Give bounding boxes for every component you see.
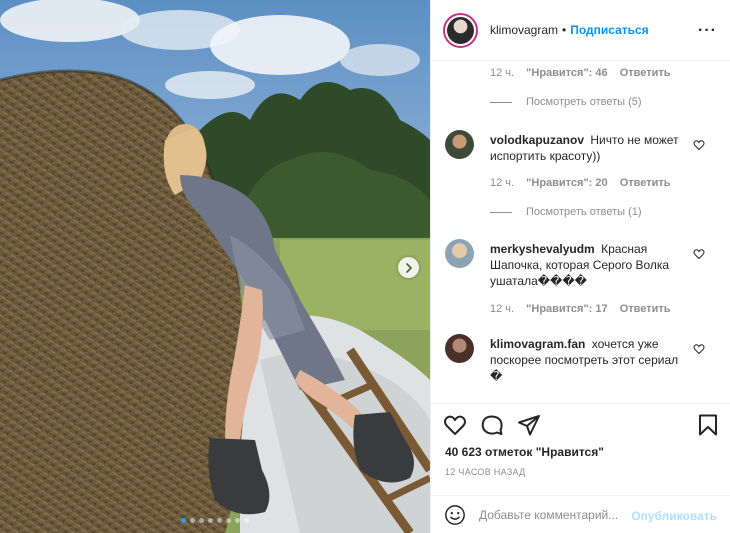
like-comment-icon[interactable]	[693, 139, 705, 151]
separator-dot: •	[562, 23, 567, 37]
chevron-right-icon	[405, 262, 412, 273]
commenter-avatar[interactable]	[445, 130, 474, 159]
photo-illustration	[0, 0, 430, 533]
like-comment-icon[interactable]	[693, 248, 705, 260]
likes-count[interactable]: 40 623 отметок "Нравится"	[445, 445, 604, 459]
commenter-username[interactable]: merkyshevalyudm	[490, 242, 595, 256]
side-panel: klimovagram • Подписаться ··· 12 ч. "Нра…	[430, 0, 730, 533]
divider-line	[490, 211, 512, 213]
add-comment-bar: Опубликовать	[431, 495, 730, 533]
comments-list[interactable]: 12 ч. "Нравится": 46 Ответить Посмотреть…	[431, 62, 730, 402]
view-replies-button[interactable]: Посмотреть ответы (1)	[490, 206, 642, 218]
post-header: klimovagram • Подписаться ···	[431, 0, 730, 61]
post-timestamp[interactable]: 12 ЧАСОВ НАЗАД	[445, 467, 526, 477]
carousel-dot	[244, 518, 249, 523]
view-replies-label: Посмотреть ответы (5)	[526, 96, 642, 108]
comment-text: klimovagram.fan хочется уже поскорее пос…	[490, 336, 692, 384]
comment-meta: 12 ч. "Нравится": 20 Ответить	[490, 177, 680, 189]
bookmark-icon[interactable]	[696, 413, 720, 437]
reply-button[interactable]: Ответить	[620, 67, 671, 79]
heart-icon[interactable]	[443, 413, 467, 437]
comment-text: merkyshevalyudm Красная Шапочка, которая…	[490, 241, 692, 289]
view-replies-label: Посмотреть ответы (1)	[526, 206, 642, 218]
comment-likes[interactable]: "Нравится": 46	[526, 67, 607, 79]
share-icon[interactable]	[517, 413, 541, 437]
post-modal: klimovagram • Подписаться ··· 12 ч. "Нра…	[0, 0, 730, 533]
commenter-username[interactable]: volodkapuzanov	[490, 133, 584, 147]
reply-button[interactable]: Ответить	[620, 177, 671, 189]
carousel-dots	[0, 518, 430, 523]
divider-line	[490, 101, 512, 103]
commenter-avatar[interactable]	[445, 334, 474, 363]
like-comment-icon[interactable]	[693, 343, 705, 355]
commenter-avatar[interactable]	[445, 239, 474, 268]
carousel-dot	[199, 518, 204, 523]
commenter-username[interactable]: klimovagram.fan	[490, 337, 585, 351]
more-options-icon[interactable]: ···	[698, 22, 717, 40]
carousel-dot	[190, 518, 195, 523]
comment-input[interactable]	[479, 508, 629, 522]
view-replies-button[interactable]: Посмотреть ответы (5)	[490, 96, 642, 108]
carousel-dot	[235, 518, 240, 523]
carousel-dot	[181, 518, 186, 523]
comment-likes[interactable]: "Нравится": 17	[526, 303, 607, 315]
comment-meta: 12 ч. "Нравится": 17 Ответить	[490, 303, 680, 315]
carousel-dot	[217, 518, 222, 523]
next-slide-button[interactable]	[398, 257, 419, 278]
emoji-icon[interactable]	[444, 504, 466, 526]
publish-button[interactable]: Опубликовать	[631, 509, 717, 523]
comment-time: 12 ч.	[490, 177, 515, 189]
comment-meta: 12 ч. "Нравится": 46 Ответить	[490, 67, 680, 79]
comment-text: volodkapuzanov Ничто не может испортить …	[490, 132, 692, 164]
carousel-dot	[208, 518, 213, 523]
comment-icon[interactable]	[480, 413, 504, 437]
author-avatar[interactable]	[443, 12, 478, 48]
reply-button[interactable]: Ответить	[620, 303, 671, 315]
follow-button[interactable]: Подписаться	[570, 23, 648, 37]
comment-time: 12 ч.	[490, 67, 515, 79]
comment-likes[interactable]: "Нравится": 20	[526, 177, 607, 189]
post-photo[interactable]	[0, 0, 430, 533]
comment-time: 12 ч.	[490, 303, 515, 315]
post-actions: 40 623 отметок "Нравится" 12 ЧАСОВ НАЗАД…	[431, 403, 730, 533]
author-username[interactable]: klimovagram	[490, 23, 558, 37]
carousel-dot	[226, 518, 231, 523]
